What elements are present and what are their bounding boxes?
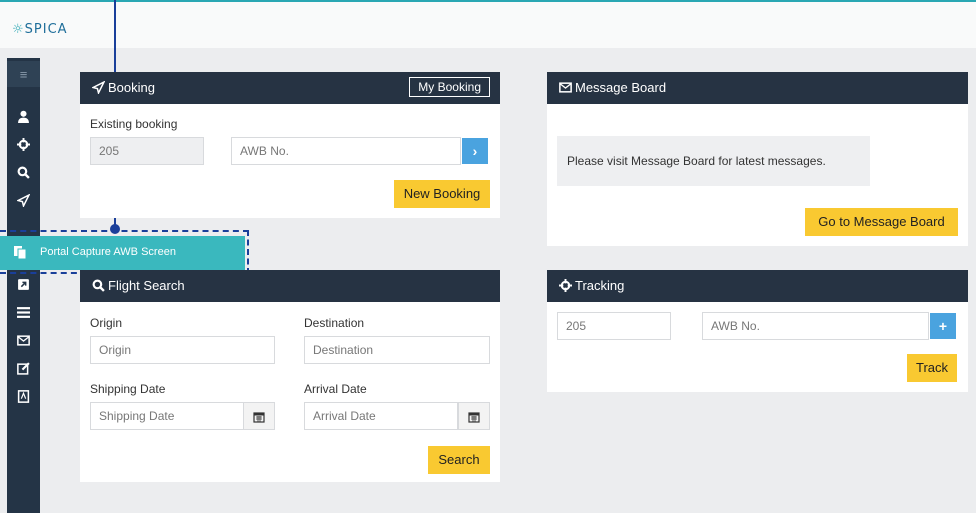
arrival-date-input[interactable]: Arrival Date <box>304 402 458 430</box>
new-booking-button[interactable]: New Booking <box>394 180 490 208</box>
search-icon[interactable] <box>7 158 40 186</box>
plus-icon[interactable]: + <box>930 313 956 339</box>
booking-awb-input[interactable]: AWB No. <box>231 137 461 165</box>
my-booking-button[interactable]: My Booking <box>409 77 490 97</box>
top-bar: ☼SPICA <box>0 0 976 48</box>
crosshair-icon <box>559 279 572 292</box>
message-text: Please visit Message Board for latest me… <box>557 136 870 186</box>
menu-icon[interactable]: ≡ <box>7 61 40 87</box>
send-icon[interactable] <box>7 186 40 214</box>
envelope-icon <box>559 82 572 93</box>
list-icon[interactable] <box>7 298 40 326</box>
origin-label: Origin <box>90 316 123 330</box>
tracking-header: Tracking <box>547 270 968 302</box>
booking-title: Booking <box>108 80 155 95</box>
message-board-panel: Message Board Please visit Message Board… <box>547 72 968 246</box>
booking-header: Booking My Booking <box>80 72 500 104</box>
destination-label: Destination <box>304 316 365 330</box>
arrival-date-label: Arrival Date <box>304 382 367 396</box>
flight-search-header: Flight Search <box>80 270 500 302</box>
track-button[interactable]: Track <box>907 354 957 382</box>
edit-icon[interactable] <box>7 354 40 382</box>
tracking-awb-input[interactable]: AWB No. <box>702 312 929 340</box>
destination-input[interactable]: Destination <box>304 336 490 364</box>
user-icon[interactable] <box>7 102 40 130</box>
logo-text: SPICA <box>24 22 68 37</box>
go-to-message-board-button[interactable]: Go to Message Board <box>805 208 958 236</box>
sidebar: ≡ <box>7 58 40 513</box>
crosshair-icon[interactable] <box>7 130 40 158</box>
origin-input[interactable]: Origin <box>90 336 275 364</box>
calendar-icon[interactable] <box>458 402 490 430</box>
envelope-icon[interactable] <box>7 326 40 354</box>
send-icon <box>90 80 106 96</box>
external-link-icon[interactable] <box>7 270 40 298</box>
calendar-icon[interactable] <box>243 402 275 430</box>
search-icon <box>92 279 105 292</box>
tracking-panel: Tracking 205 AWB No. + Track <box>547 270 968 392</box>
tracking-title: Tracking <box>575 278 625 293</box>
tracking-prefix-field[interactable]: 205 <box>557 312 671 340</box>
pdf-icon[interactable] <box>7 382 40 410</box>
flight-search-title: Flight Search <box>108 278 185 293</box>
chevron-right-icon[interactable]: › <box>462 138 488 164</box>
shipping-date-label: Shipping Date <box>90 382 166 396</box>
booking-panel: Booking My Booking Existing booking 205 … <box>80 72 500 218</box>
annotation-highlight-box <box>0 230 249 274</box>
existing-booking-label: Existing booking <box>90 117 178 131</box>
booking-prefix-field[interactable]: 205 <box>90 137 204 165</box>
message-board-title: Message Board <box>575 80 667 95</box>
search-button[interactable]: Search <box>428 446 490 474</box>
app-logo[interactable]: ☼SPICA <box>12 22 68 37</box>
flight-search-panel: Flight Search Origin Origin Destination … <box>80 270 500 482</box>
shipping-date-input[interactable]: Shipping Date <box>90 402 244 430</box>
message-board-header: Message Board <box>547 72 968 104</box>
